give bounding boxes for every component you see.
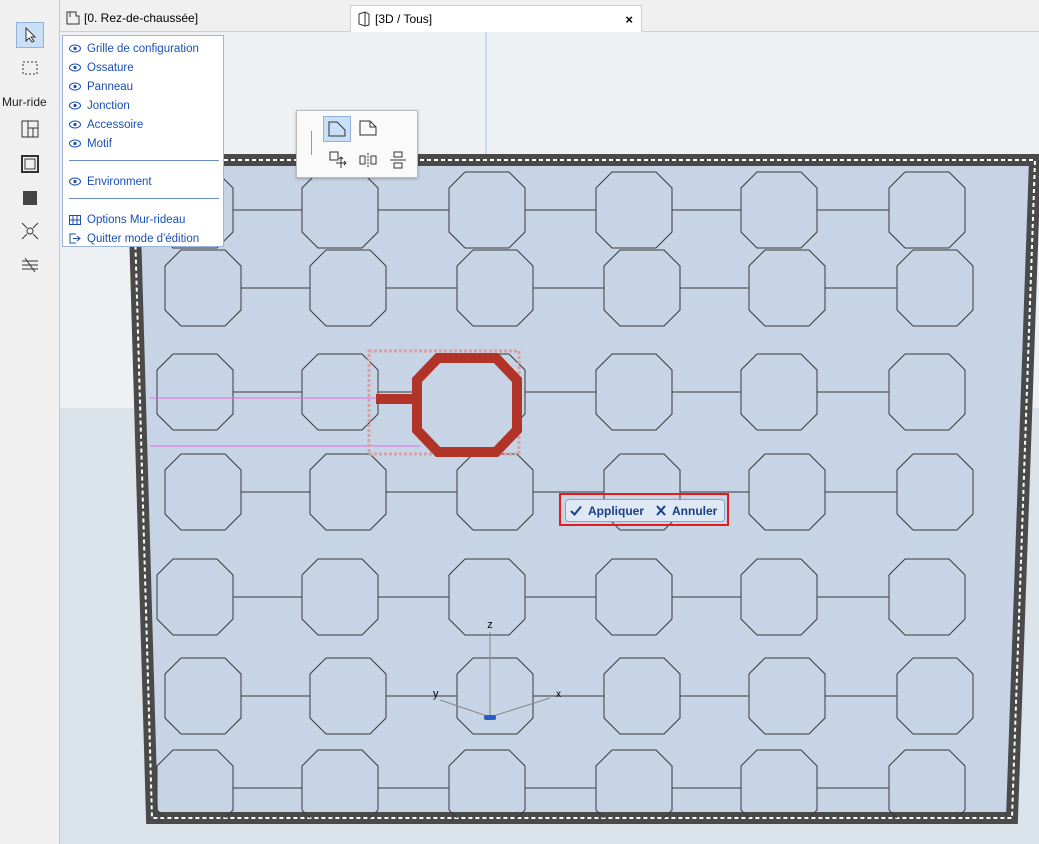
menu-item-grid[interactable]: Grille de configuration [69,40,199,57]
arrow-icon [25,27,37,43]
curtain-wall[interactable] [126,154,1039,824]
curtain-wall-edit-menu: Grille de configuration Ossature Panneau… [62,35,224,247]
tab-floor-plan[interactable]: [0. Rez-de-chaussée] [60,5,350,31]
panel-tool[interactable] [17,186,43,210]
tab-label: [0. Rez-de-chaussée] [84,11,199,25]
junction-icon [21,222,39,240]
menu-item-panel[interactable]: Panneau [69,78,133,95]
mirror-icon [359,153,377,167]
eye-icon [69,101,81,110]
menu-item-label: Options Mur-rideau [87,213,186,226]
menu-item-label: Motif [87,137,112,150]
panel-icon [23,191,37,205]
menu-item-options[interactable]: Options Mur-rideau [69,211,185,228]
align-icon [390,151,406,169]
toolbox-section-label: Mur-ride [2,95,47,109]
menu-item-accessory[interactable]: Accessoire [69,116,143,133]
menu-item-frame[interactable]: Ossature [69,59,134,76]
align-button[interactable] [385,148,411,172]
z-axis-label: z [487,619,493,631]
accessory-icon [22,257,38,273]
menu-item-label: Quitter mode d'édition [87,232,200,245]
eye-icon [69,139,81,148]
axis-origin [484,715,496,720]
menu-item-label: Grille de configuration [87,42,199,55]
eye-icon [69,44,81,53]
junction-tool[interactable] [17,219,43,243]
menu-separator [69,198,219,199]
mirror-button[interactable] [355,148,381,172]
accessory-tool[interactable] [17,253,43,277]
frame-icon [21,155,39,173]
3d-view-icon [358,11,370,27]
floor-plan-icon [66,11,80,25]
menu-item-pattern[interactable]: Motif [69,135,112,152]
cancel-button[interactable]: Annuler [652,504,725,518]
tab-bar: [0. Rez-de-chaussée] [3D / Tous] × [60,0,1039,32]
toolbar-separator [311,131,312,155]
eye-icon [69,63,81,72]
grid-system-icon [21,120,39,138]
frame-tool[interactable] [17,152,43,176]
menu-item-label: Accessoire [87,118,144,131]
apply-label: Appliquer [588,503,644,518]
apply-cancel-bar: Appliquer Annuler [565,499,725,522]
toolbox: Mur-ride [0,0,60,844]
selected-panel[interactable] [412,353,522,457]
menu-item-label: Ossature [87,61,134,74]
marquee-icon [22,61,38,75]
eye-icon [69,177,81,186]
menu-separator [69,160,219,161]
menu-item-exit-edit[interactable]: Quitter mode d'édition [69,230,199,247]
curtain-wall-grid-tool[interactable] [17,117,43,141]
apply-button[interactable]: Appliquer [566,504,652,518]
panel-corner-icon [359,120,377,136]
menu-item-environment[interactable]: Environment [69,173,152,190]
close-icon[interactable]: × [625,12,633,27]
panel-corner-button[interactable] [355,116,381,140]
move-button[interactable] [325,148,351,172]
check-icon [570,505,582,516]
grid-table-icon [69,214,81,225]
edit-mini-toolbar [296,110,418,178]
exit-icon [69,233,81,244]
menu-item-junction[interactable]: Jonction [69,97,130,114]
arrow-tool[interactable] [16,22,44,48]
tab-3d[interactable]: [3D / Tous] × [350,5,642,32]
tab-label: [3D / Tous] [375,12,433,26]
menu-item-label: Panneau [87,80,134,93]
cancel-label: Annuler [672,503,718,518]
panel-shape-button[interactable] [323,116,351,142]
cancel-x-icon [656,505,666,516]
apply-cancel-highlight: Appliquer Annuler [559,493,729,526]
menu-item-label: Jonction [87,99,130,112]
marquee-tool[interactable] [17,56,43,80]
eye-icon [69,120,81,129]
menu-item-label: Environment [87,175,152,188]
y-axis-label: y [433,688,439,700]
move-icon [329,151,347,168]
x-axis-label: x [556,689,561,700]
eye-icon [69,82,81,91]
panel-shape-icon [328,121,346,137]
